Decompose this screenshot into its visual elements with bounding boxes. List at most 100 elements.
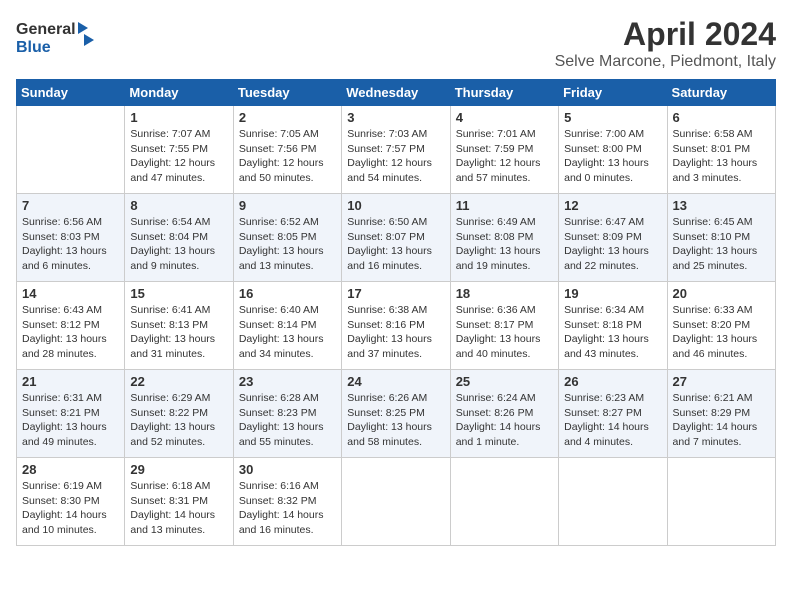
day-info: Sunrise: 6:21 AM Sunset: 8:29 PM Dayligh… bbox=[673, 391, 770, 450]
calendar-day-cell: 23 Sunrise: 6:28 AM Sunset: 8:23 PM Dayli… bbox=[233, 370, 341, 458]
calendar-day-cell: 26Sunrise: 6:23 AM Sunset: 8:27 PM Dayli… bbox=[559, 370, 667, 458]
calendar-day-cell: 20Sunrise: 6:33 AM Sunset: 8:20 PM Dayli… bbox=[667, 282, 775, 370]
calendar-day-cell: 10Sunrise: 6:50 AM Sunset: 8:07 PM Dayli… bbox=[342, 194, 450, 282]
calendar-week-row: 14Sunrise: 6:43 AM Sunset: 8:12 PM Dayli… bbox=[17, 282, 776, 370]
day-number: 16 bbox=[239, 286, 336, 301]
svg-text:Blue: Blue bbox=[16, 39, 51, 56]
calendar-week-row: 1 Sunrise: 7:07 AM Sunset: 7:55 PM Daylig… bbox=[17, 106, 776, 194]
calendar-day-cell: 17 Sunrise: 6:38 AM Sunset: 8:16 PM Dayli… bbox=[342, 282, 450, 370]
day-info: Sunrise: 6:54 AM Sunset: 8:04 PM Dayligh… bbox=[130, 215, 227, 274]
day-info: Sunrise: 6:31 AM Sunset: 8:21 PM Dayligh… bbox=[22, 391, 119, 450]
day-info: Sunrise: 6:26 AM Sunset: 8:25 PM Dayligh… bbox=[347, 391, 444, 450]
day-number: 15 bbox=[130, 286, 227, 301]
day-number: 7 bbox=[22, 198, 119, 213]
calendar-week-row: 28Sunrise: 6:19 AM Sunset: 8:30 PM Dayli… bbox=[17, 458, 776, 546]
calendar-day-cell: 5Sunrise: 7:00 AM Sunset: 8:00 PM Daylig… bbox=[559, 106, 667, 194]
day-number: 12 bbox=[564, 198, 661, 213]
day-number: 11 bbox=[456, 198, 553, 213]
page-header: GeneralBlue April 2024 Selve Marcone, Pi… bbox=[16, 16, 776, 71]
calendar-day-cell: 8 Sunrise: 6:54 AM Sunset: 8:04 PM Daylig… bbox=[125, 194, 233, 282]
day-info: Sunrise: 6:43 AM Sunset: 8:12 PM Dayligh… bbox=[22, 303, 119, 362]
calendar-day-cell bbox=[667, 458, 775, 546]
day-info: Sunrise: 6:49 AM Sunset: 8:08 PM Dayligh… bbox=[456, 215, 553, 274]
calendar-day-cell: 19Sunrise: 6:34 AM Sunset: 8:18 PM Dayli… bbox=[559, 282, 667, 370]
day-number: 6 bbox=[673, 110, 770, 125]
day-number: 18 bbox=[456, 286, 553, 301]
day-number: 27 bbox=[673, 374, 770, 389]
day-number: 13 bbox=[673, 198, 770, 213]
day-info: Sunrise: 6:18 AM Sunset: 8:31 PM Dayligh… bbox=[130, 479, 227, 538]
day-number: 9 bbox=[239, 198, 336, 213]
title-block: April 2024 Selve Marcone, Piedmont, Ital… bbox=[555, 16, 776, 71]
day-info: Sunrise: 6:38 AM Sunset: 8:16 PM Dayligh… bbox=[347, 303, 444, 362]
day-info: Sunrise: 6:47 AM Sunset: 8:09 PM Dayligh… bbox=[564, 215, 661, 274]
calendar-day-cell: 1 Sunrise: 7:07 AM Sunset: 7:55 PM Daylig… bbox=[125, 106, 233, 194]
day-number: 2 bbox=[239, 110, 336, 125]
day-number: 28 bbox=[22, 462, 119, 477]
day-info: Sunrise: 6:40 AM Sunset: 8:14 PM Dayligh… bbox=[239, 303, 336, 362]
day-info: Sunrise: 6:52 AM Sunset: 8:05 PM Dayligh… bbox=[239, 215, 336, 274]
day-number: 24 bbox=[347, 374, 444, 389]
day-info: Sunrise: 6:45 AM Sunset: 8:10 PM Dayligh… bbox=[673, 215, 770, 274]
calendar-subtitle: Selve Marcone, Piedmont, Italy bbox=[555, 53, 776, 71]
day-number: 17 bbox=[347, 286, 444, 301]
day-number: 30 bbox=[239, 462, 336, 477]
day-info: Sunrise: 6:36 AM Sunset: 8:17 PM Dayligh… bbox=[456, 303, 553, 362]
calendar-day-cell: 15Sunrise: 6:41 AM Sunset: 8:13 PM Dayli… bbox=[125, 282, 233, 370]
calendar-day-cell: 29 Sunrise: 6:18 AM Sunset: 8:31 PM Dayli… bbox=[125, 458, 233, 546]
calendar-day-cell bbox=[342, 458, 450, 546]
calendar-day-cell: 11 Sunrise: 6:49 AM Sunset: 8:08 PM Dayli… bbox=[450, 194, 558, 282]
day-info: Sunrise: 7:07 AM Sunset: 7:55 PM Dayligh… bbox=[130, 127, 227, 186]
day-info: Sunrise: 6:24 AM Sunset: 8:26 PM Dayligh… bbox=[456, 391, 553, 450]
day-number: 23 bbox=[239, 374, 336, 389]
calendar-day-cell: 18 Sunrise: 6:36 AM Sunset: 8:17 PM Dayli… bbox=[450, 282, 558, 370]
calendar-day-cell: 16 Sunrise: 6:40 AM Sunset: 8:14 PM Dayli… bbox=[233, 282, 341, 370]
calendar-day-cell: 3Sunrise: 7:03 AM Sunset: 7:57 PM Daylig… bbox=[342, 106, 450, 194]
calendar-day-cell: 30 Sunrise: 6:16 AM Sunset: 8:32 PM Dayli… bbox=[233, 458, 341, 546]
day-info: Sunrise: 6:28 AM Sunset: 8:23 PM Dayligh… bbox=[239, 391, 336, 450]
day-number: 22 bbox=[130, 374, 227, 389]
calendar-table: SundayMondayTuesdayWednesdayThursdayFrid… bbox=[16, 79, 776, 546]
calendar-day-cell: 28Sunrise: 6:19 AM Sunset: 8:30 PM Dayli… bbox=[17, 458, 125, 546]
calendar-day-cell: 13 Sunrise: 6:45 AM Sunset: 8:10 PM Dayli… bbox=[667, 194, 775, 282]
weekday-header-cell: Monday bbox=[125, 80, 233, 106]
calendar-day-cell: 4 Sunrise: 7:01 AM Sunset: 7:59 PM Daylig… bbox=[450, 106, 558, 194]
day-info: Sunrise: 6:33 AM Sunset: 8:20 PM Dayligh… bbox=[673, 303, 770, 362]
logo: GeneralBlue bbox=[16, 16, 96, 56]
day-info: Sunrise: 6:34 AM Sunset: 8:18 PM Dayligh… bbox=[564, 303, 661, 362]
calendar-day-cell bbox=[450, 458, 558, 546]
day-number: 8 bbox=[130, 198, 227, 213]
day-info: Sunrise: 6:29 AM Sunset: 8:22 PM Dayligh… bbox=[130, 391, 227, 450]
day-number: 10 bbox=[347, 198, 444, 213]
day-info: Sunrise: 7:01 AM Sunset: 7:59 PM Dayligh… bbox=[456, 127, 553, 186]
calendar-day-cell: 7 Sunrise: 6:56 AM Sunset: 8:03 PM Daylig… bbox=[17, 194, 125, 282]
day-number: 4 bbox=[456, 110, 553, 125]
calendar-day-cell: 22 Sunrise: 6:29 AM Sunset: 8:22 PM Dayli… bbox=[125, 370, 233, 458]
day-number: 3 bbox=[347, 110, 444, 125]
calendar-day-cell: 9 Sunrise: 6:52 AM Sunset: 8:05 PM Daylig… bbox=[233, 194, 341, 282]
day-number: 25 bbox=[456, 374, 553, 389]
calendar-body: 1 Sunrise: 7:07 AM Sunset: 7:55 PM Daylig… bbox=[17, 106, 776, 546]
calendar-day-cell: 6 Sunrise: 6:58 AM Sunset: 8:01 PM Daylig… bbox=[667, 106, 775, 194]
day-info: Sunrise: 6:56 AM Sunset: 8:03 PM Dayligh… bbox=[22, 215, 119, 274]
calendar-day-cell: 12 Sunrise: 6:47 AM Sunset: 8:09 PM Dayli… bbox=[559, 194, 667, 282]
weekday-header-cell: Friday bbox=[559, 80, 667, 106]
calendar-week-row: 7 Sunrise: 6:56 AM Sunset: 8:03 PM Daylig… bbox=[17, 194, 776, 282]
weekday-header-cell: Thursday bbox=[450, 80, 558, 106]
weekday-header-cell: Tuesday bbox=[233, 80, 341, 106]
calendar-day-cell: 2 Sunrise: 7:05 AM Sunset: 7:56 PM Daylig… bbox=[233, 106, 341, 194]
calendar-day-cell bbox=[17, 106, 125, 194]
svg-text:General: General bbox=[16, 21, 76, 38]
weekday-header-cell: Saturday bbox=[667, 80, 775, 106]
weekday-header-cell: Wednesday bbox=[342, 80, 450, 106]
calendar-day-cell: 24 Sunrise: 6:26 AM Sunset: 8:25 PM Dayli… bbox=[342, 370, 450, 458]
weekday-header-row: SundayMondayTuesdayWednesdayThursdayFrid… bbox=[17, 80, 776, 106]
weekday-header-cell: Sunday bbox=[17, 80, 125, 106]
day-number: 29 bbox=[130, 462, 227, 477]
day-info: Sunrise: 6:16 AM Sunset: 8:32 PM Dayligh… bbox=[239, 479, 336, 538]
calendar-week-row: 21Sunrise: 6:31 AM Sunset: 8:21 PM Dayli… bbox=[17, 370, 776, 458]
day-info: Sunrise: 7:05 AM Sunset: 7:56 PM Dayligh… bbox=[239, 127, 336, 186]
day-info: Sunrise: 6:58 AM Sunset: 8:01 PM Dayligh… bbox=[673, 127, 770, 186]
day-number: 5 bbox=[564, 110, 661, 125]
day-number: 1 bbox=[130, 110, 227, 125]
